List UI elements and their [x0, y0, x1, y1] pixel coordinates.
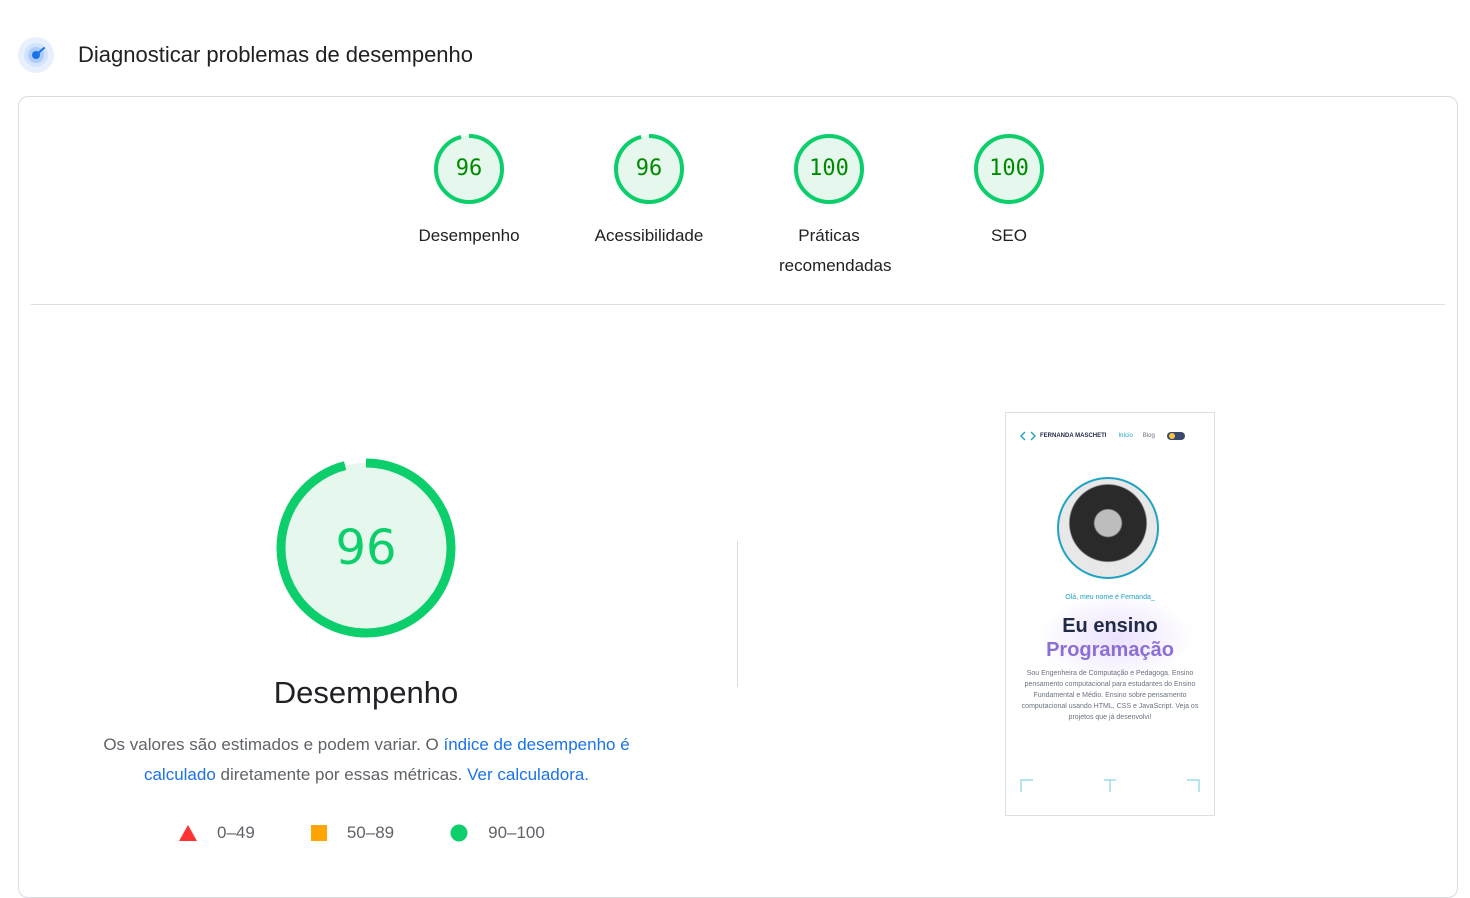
code-brackets-icon: [1020, 431, 1036, 441]
corner-marks-icon: [1020, 779, 1200, 792]
legend-range: 50–89: [346, 823, 395, 842]
screenshot-nav: FERNANDA MASCHETI Início Blog: [1020, 429, 1200, 443]
score-legend: 0–49 50–89 90–100: [179, 819, 601, 847]
legend-pass: 90–100: [450, 823, 545, 843]
pass-circle-icon: [450, 824, 468, 842]
screenshot-paragraph: Sou Engenheira de Computação e Pedagoga.…: [1021, 670, 1199, 721]
legend-range: 90–100: [488, 823, 545, 842]
desc-text: diretamente por essas métricas.: [215, 765, 468, 784]
screenshot-brand: FERNANDA MASCHETI: [1040, 433, 1107, 439]
legend-fail: 0–49: [179, 823, 255, 843]
view-calculator-link[interactable]: Ver calculadora.: [467, 765, 589, 784]
gauge-ring: 96: [433, 133, 505, 205]
theme-toggle-icon: [1166, 432, 1185, 440]
performance-score-value: 96: [335, 520, 397, 576]
legend-average: 50–89: [310, 823, 395, 843]
vertical-divider: [737, 541, 738, 687]
report-card: 96 Desempenho 96 Acessibilidade 100 Prát…: [18, 96, 1458, 898]
section-header: Diagnosticar problemas de desempenho: [18, 36, 473, 74]
gauge-label: SEO: [991, 226, 1027, 245]
avatar: [1057, 477, 1159, 579]
gauge-ring: 100: [973, 133, 1045, 205]
page-screenshot[interactable]: FERNANDA MASCHETI Início Blog Olá, meu n…: [1005, 412, 1215, 816]
screenshot-headline-accent: Programação: [1046, 639, 1174, 661]
legend-range: 0–49: [217, 823, 255, 842]
screenshot-nav-blog: Blog: [1142, 433, 1155, 439]
gauge-value: 100: [989, 156, 1029, 181]
gauge-label: Práticas recomendadas: [779, 226, 892, 275]
divider: [31, 304, 1445, 305]
gauge-value: 100: [809, 156, 849, 181]
score-gauge-performance[interactable]: 96 Desempenho: [399, 133, 539, 251]
screenshot-nav-home: Início: [1118, 433, 1133, 439]
screenshot-headline: Eu ensino: [1062, 615, 1158, 637]
score-gauge-best-practices[interactable]: 100 Práticas recomendadas: [759, 133, 899, 281]
score-gauge-accessibility[interactable]: 96 Acessibilidade: [579, 133, 719, 251]
screenshot-hello: Olá, meu nome é Fernanda_: [1065, 594, 1155, 601]
performance-description: Os valores são estimados e podem variar.…: [79, 730, 654, 790]
gauge-ring: 100: [793, 133, 865, 205]
fail-triangle-icon: [179, 825, 197, 841]
gauge-value: 96: [455, 156, 483, 181]
score-gauge-seo[interactable]: 100 SEO: [939, 133, 1079, 251]
lighthouse-gauge-icon: [18, 37, 54, 73]
average-square-icon: [310, 825, 327, 841]
gauge-ring: 96: [613, 133, 685, 205]
gauge-label: Desempenho: [418, 226, 520, 245]
section-title: Diagnosticar problemas de desempenho: [78, 42, 474, 67]
performance-title: Desempenho: [273, 675, 459, 710]
performance-gauge: 96: [275, 457, 457, 639]
gauge-value: 96: [635, 156, 663, 181]
gauge-label: Acessibilidade: [594, 226, 704, 245]
desc-text: Os valores são estimados e podem variar.…: [103, 735, 444, 754]
